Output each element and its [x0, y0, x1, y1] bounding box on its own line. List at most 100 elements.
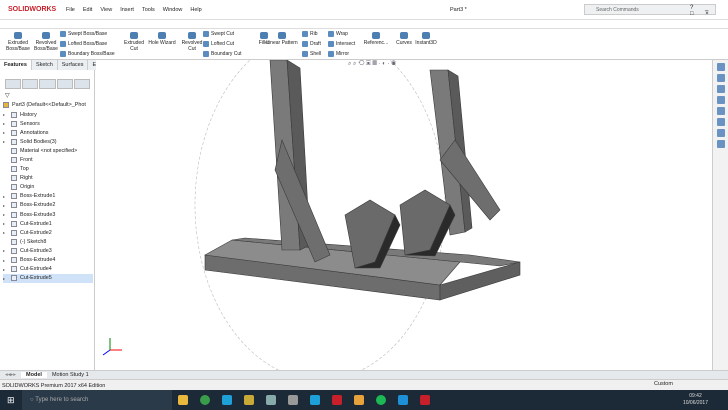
ribbon-button[interactable]: Swept Boss/Base [60, 29, 107, 39]
app-icon[interactable] [244, 395, 254, 405]
skype-icon[interactable] [398, 395, 408, 405]
tree-item[interactable]: ▸ Sensors [3, 119, 93, 128]
ribbon-button[interactable]: Draft [302, 39, 321, 49]
ribbon-button[interactable]: Swept Cut [203, 29, 234, 39]
expand-arrow[interactable]: ▸ [3, 139, 11, 144]
expand-arrow[interactable]: ▸ [3, 130, 11, 135]
tree-item[interactable]: ▸ Cut-Extrude3 [3, 246, 93, 255]
tree-item[interactable]: ▸ Annotations [3, 128, 93, 137]
tree-item[interactable]: ▸ Cut-Extrude2 [3, 228, 93, 237]
ribbon-button[interactable]: Linear Pattern [266, 32, 298, 46]
feature-icon [158, 32, 166, 39]
feature-icon [11, 229, 17, 236]
tree-root[interactable]: Part3 (Default<<Default>_Phot [3, 100, 86, 109]
ribbon-button[interactable]: Shell [302, 49, 321, 59]
app-icon[interactable] [266, 395, 276, 405]
tree-item[interactable]: ▸ Solid Bodies(3) [3, 137, 93, 146]
expand-arrow[interactable]: ▸ [3, 221, 11, 226]
ribbon-button[interactable]: Mirror [328, 49, 349, 59]
tree-item[interactable]: ▸ Cut-Extrude1 [3, 219, 93, 228]
tree-item[interactable]: Front [3, 155, 93, 164]
expand-arrow[interactable]: ▸ [3, 212, 11, 217]
ribbon-button[interactable]: Boundary Boss/Base [60, 49, 115, 59]
tree-item[interactable]: ▸ Boss-Extrude4 [3, 256, 93, 265]
ribbon-button[interactable]: Instant3D [412, 32, 440, 46]
tree-item[interactable]: Top [3, 165, 93, 174]
expand-arrow[interactable]: ▸ [3, 121, 11, 126]
calculator-icon[interactable] [288, 395, 298, 405]
window-controls[interactable]: ? _ □ × [690, 5, 728, 17]
ribbon-button[interactable]: Lofted Boss/Base [60, 39, 107, 49]
app-icon[interactable] [354, 395, 364, 405]
expand-arrow[interactable]: ▸ [3, 194, 11, 199]
ribbon-button[interactable]: Referenc... [362, 32, 390, 46]
feature-icon [11, 166, 17, 173]
tree-item[interactable]: ▸ History [3, 110, 93, 119]
feature-icon [60, 30, 66, 37]
solidworks-active-icon[interactable] [420, 395, 430, 405]
feature-icon [11, 202, 17, 209]
ribbon-button[interactable]: Extruded Cut [120, 32, 148, 52]
menu-view[interactable]: View [100, 7, 112, 13]
ribbon-button[interactable]: Lofted Cut [203, 39, 234, 49]
ribbon-button[interactable]: Rib [302, 29, 318, 39]
menu-edit[interactable]: Edit [83, 7, 92, 13]
panel-tabs[interactable] [5, 79, 91, 89]
tree-item[interactable]: Right [3, 174, 93, 183]
file-explorer-icon[interactable] [178, 395, 188, 405]
tree-item[interactable]: ▸ Cut-Extrude5 [3, 273, 93, 283]
solidworks-logo: SOLIDWORKS [8, 6, 57, 13]
solidworks-icon[interactable] [332, 395, 342, 405]
feature-manager-panel: ▽ Part3 (Default<<Default>_Phot ▸ History… [0, 70, 95, 370]
menu-help[interactable]: Help [190, 7, 201, 13]
clock[interactable]: 09:42 10/06/2017 [683, 393, 708, 407]
ribbon-button[interactable]: Extruded Boss/Base [4, 32, 32, 52]
ribbon-button[interactable]: Wrap [328, 29, 348, 39]
tree-item[interactable]: Material <not specified> [3, 146, 93, 155]
task-pane[interactable] [712, 60, 728, 370]
tree-item[interactable]: ▸ Boss-Extrude1 [3, 192, 93, 201]
taskbar-search[interactable]: ○ Type here to search [22, 390, 172, 410]
triad-icon [102, 338, 122, 356]
tab-model[interactable]: Model [21, 372, 47, 378]
feature-icon [11, 238, 17, 245]
tree-item[interactable]: (-) Sketch8 [3, 237, 93, 246]
menu-window[interactable]: Window [163, 7, 183, 13]
ribbon-button[interactable]: Hole Wizard [148, 32, 176, 46]
windows-start-icon[interactable]: ⊞ [7, 395, 15, 406]
feature-icon [11, 220, 17, 227]
expand-arrow[interactable]: ▸ [3, 248, 11, 253]
filter-icon[interactable]: ▽ [5, 92, 10, 99]
menu-tools[interactable]: Tools [142, 7, 155, 13]
app-icon[interactable] [222, 395, 232, 405]
tab-surfaces[interactable]: Surfaces [57, 60, 89, 70]
tab-scroll-arrows[interactable]: ◂◂▸▸ [0, 372, 21, 378]
expand-arrow[interactable]: ▸ [3, 203, 11, 208]
chrome-icon[interactable] [200, 395, 210, 405]
tree-item[interactable]: ▸ Boss-Extrude2 [3, 201, 93, 210]
menu-insert[interactable]: Insert [120, 7, 134, 13]
tree-item[interactable]: ▸ Cut-Extrude4 [3, 265, 93, 274]
tab-features[interactable]: Features [0, 60, 32, 70]
ribbon-button[interactable]: Boundary Cut [203, 49, 242, 59]
tree-item[interactable]: ▸ Boss-Extrude3 [3, 210, 93, 219]
menu-file[interactable]: File [66, 7, 75, 13]
feature-icon [11, 157, 17, 164]
tree-item[interactable]: Origin [3, 183, 93, 192]
ribbon-button[interactable]: Revolved Boss/Base [32, 32, 60, 52]
expand-arrow[interactable]: ▸ [3, 230, 11, 235]
expand-arrow[interactable]: ▸ [3, 267, 11, 272]
tab-motion-study[interactable]: Motion Study 1 [47, 372, 94, 378]
expand-arrow[interactable]: ▸ [3, 276, 11, 281]
spotify-icon[interactable] [376, 395, 386, 405]
ribbon-button[interactable]: Revolved Cut [178, 32, 206, 52]
app-icon[interactable] [310, 395, 320, 405]
feature-icon [11, 275, 17, 282]
tab-sketch[interactable]: Sketch [31, 60, 58, 70]
expand-arrow[interactable]: ▸ [3, 258, 11, 263]
graphics-viewport[interactable] [96, 29, 712, 381]
ribbon-button[interactable]: Intersect [328, 39, 355, 49]
heads-up-view-toolbar[interactable]: ⌕ ⌕ ⟲ ▣ ▦ · ◐ · ◉ [348, 61, 396, 68]
units-selector[interactable]: Custom [654, 381, 673, 387]
expand-arrow[interactable]: ▸ [3, 112, 11, 117]
